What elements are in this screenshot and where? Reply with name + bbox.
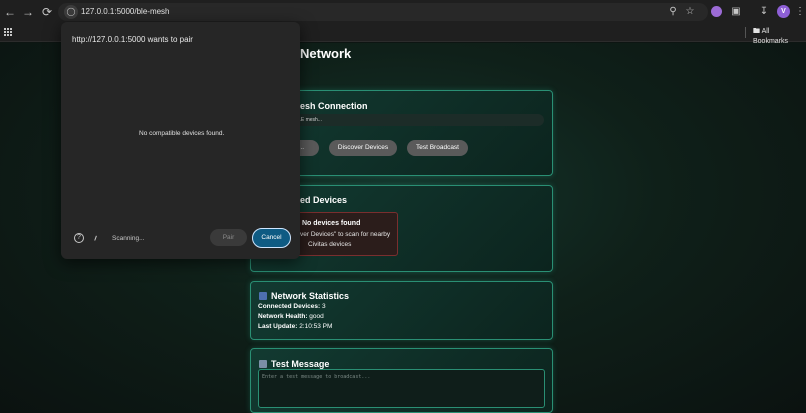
menu-icon[interactable]: ⋮ <box>795 5 805 19</box>
extension-icon[interactable] <box>711 6 722 17</box>
scanning-status: Scanning... <box>112 235 145 242</box>
extensions-puzzle-icon[interactable]: ▣ <box>729 5 743 19</box>
profile-avatar[interactable]: V <box>777 5 790 18</box>
no-devices-heading: No devices found <box>302 220 361 227</box>
apps-grid-icon[interactable] <box>4 28 13 37</box>
connection-status-bar <box>283 114 544 126</box>
stats-title: Network Statistics <box>271 291 350 301</box>
devices-title: ed Devices <box>300 195 348 205</box>
page-title: Network <box>300 46 352 61</box>
cancel-button[interactable]: Cancel <box>252 228 291 248</box>
stat-connected: Connected Devices: 3 <box>258 303 326 310</box>
site-info-icon[interactable]: ◯ <box>64 5 78 19</box>
zoom-icon[interactable]: ⚲ <box>666 5 680 19</box>
url-text[interactable]: 127.0.0.1:5000/ble-mesh <box>81 7 170 16</box>
help-icon[interactable]: ? <box>74 233 84 243</box>
no-devices-hint-line1: ver Devices" to scan for nearby <box>300 231 391 238</box>
dialog-empty-message: No compatible devices found. <box>139 130 225 137</box>
envelope-icon <box>259 360 267 368</box>
network-statistics-card <box>250 281 553 340</box>
bluetooth-pair-dialog <box>61 22 300 259</box>
connection-title: esh Connection <box>300 101 368 111</box>
bookmarks-separator <box>745 27 746 38</box>
test-message-placeholder: Enter a test message to broadcast... <box>262 374 371 380</box>
browser-toolbar: ← → ⟳ ◯ 127.0.0.1:5000/ble-mesh ⚲ ☆ ▣ ↧ … <box>0 0 806 24</box>
reload-icon[interactable]: ⟳ <box>39 4 55 20</box>
message-title: Test Message <box>271 359 330 369</box>
chart-icon <box>259 292 267 300</box>
dialog-title: http://127.0.0.1:5000 wants to pair <box>72 35 193 44</box>
test-broadcast-button[interactable]: Test Broadcast <box>407 140 468 156</box>
discover-devices-button[interactable]: Discover Devices <box>329 140 397 156</box>
stats-title-row: Network Statistics <box>259 291 349 301</box>
stat-last-update: Last Update: 2:10:53 PM <box>258 323 333 330</box>
message-title-row: Test Message <box>259 359 329 369</box>
no-devices-hint-line2: Civitas devices <box>308 241 352 248</box>
pair-button[interactable]: Pair <box>210 229 247 246</box>
stat-health: Network Health: good <box>258 313 324 320</box>
forward-icon[interactable]: → <box>20 4 36 20</box>
bookmark-star-icon[interactable]: ☆ <box>683 5 697 19</box>
back-icon[interactable]: ← <box>2 4 18 20</box>
download-icon[interactable]: ↧ <box>757 5 771 19</box>
